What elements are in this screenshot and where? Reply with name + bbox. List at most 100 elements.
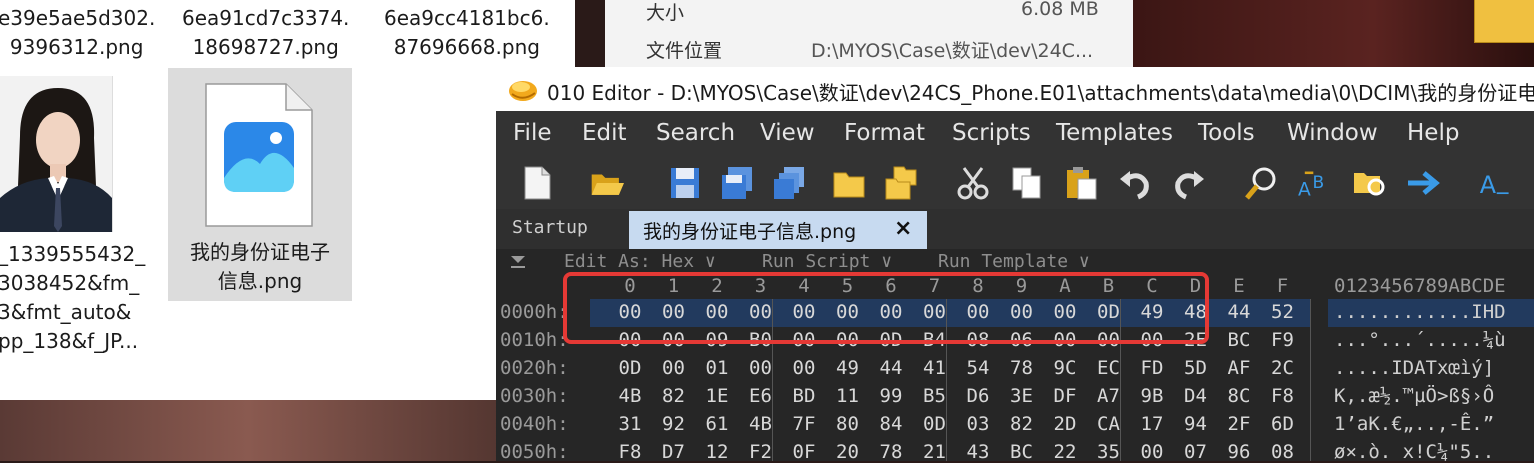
hex-byte[interactable]: 9B (1132, 385, 1172, 407)
redo-icon[interactable] (1172, 165, 1206, 201)
hex-byte[interactable]: D4 (1176, 385, 1216, 407)
menu-window[interactable]: Window (1287, 120, 1378, 146)
hex-byte[interactable]: F2 (741, 441, 781, 463)
menu-help[interactable]: Help (1407, 120, 1459, 146)
hex-byte[interactable]: 80 (828, 413, 868, 435)
hex-byte[interactable]: 78 (1002, 357, 1042, 379)
ascii-text[interactable]: K,.æ½.™µÖ>ß§›Ô (1334, 385, 1494, 407)
hex-byte[interactable]: D6 (958, 385, 998, 407)
hex-byte[interactable]: F9 (1263, 329, 1303, 351)
tab-active-file[interactable]: 我的身份证电子信息.png × (629, 211, 927, 249)
copy-icon[interactable] (1010, 165, 1044, 201)
ascii-text[interactable]: .....IDATxœìý] (1334, 357, 1494, 379)
menu-view[interactable]: View (760, 120, 815, 146)
tab-startup[interactable]: Startup (512, 217, 588, 238)
hex-byte[interactable]: 41 (915, 357, 955, 379)
hex-byte[interactable]: 54 (958, 357, 998, 379)
hex-byte[interactable]: 3E (1002, 385, 1042, 407)
hex-byte[interactable]: 11 (828, 385, 868, 407)
hex-byte[interactable]: 00 (741, 357, 781, 379)
hex-byte[interactable]: 6D (1263, 413, 1303, 435)
hex-byte[interactable]: 07 (1176, 441, 1216, 463)
menu-file[interactable]: File (513, 120, 552, 146)
selected-file-tile[interactable]: 我的身份证电子 信息.png (168, 68, 352, 301)
hex-byte[interactable]: 00 (1132, 441, 1172, 463)
save-icon[interactable] (668, 165, 702, 201)
hex-byte[interactable]: A7 (1089, 385, 1129, 407)
run-script-dropdown[interactable]: Run Script ∨ (762, 251, 892, 272)
hex-byte[interactable]: 2D (1045, 413, 1085, 435)
hex-byte[interactable]: E6 (741, 385, 781, 407)
hex-byte[interactable]: BC (1219, 329, 1259, 351)
hex-byte[interactable]: 82 (1002, 413, 1042, 435)
hex-byte[interactable]: 2C (1263, 357, 1303, 379)
hex-byte[interactable]: D7 (654, 441, 694, 463)
close-file-icon[interactable] (832, 165, 866, 201)
menu-templates[interactable]: Templates (1056, 120, 1173, 146)
file-item-2[interactable]: 6ea91cd7c3374. 18698727.png (182, 4, 349, 62)
hex-byte[interactable]: 20 (828, 441, 868, 463)
hex-byte[interactable]: 03 (958, 413, 998, 435)
hex-byte[interactable]: CA (1089, 413, 1129, 435)
hex-byte[interactable]: 99 (871, 385, 911, 407)
id-photo-thumbnail[interactable] (0, 76, 113, 232)
hex-byte[interactable]: 0F (784, 441, 824, 463)
hex-byte[interactable]: 4B (610, 385, 650, 407)
hex-byte[interactable]: 08 (1263, 441, 1303, 463)
hex-byte[interactable]: 17 (1132, 413, 1172, 435)
hex-byte[interactable]: AF (1219, 357, 1259, 379)
hex-byte[interactable]: EC (1089, 357, 1129, 379)
hex-byte[interactable]: 4B (741, 413, 781, 435)
hex-byte[interactable]: BD (784, 385, 824, 407)
find-in-files-icon[interactable] (1352, 165, 1386, 201)
hex-byte[interactable]: 00 (784, 357, 824, 379)
cut-icon[interactable] (956, 165, 990, 201)
hex-byte[interactable]: 5D (1176, 357, 1216, 379)
hex-byte[interactable]: 44 (1219, 301, 1259, 323)
file-item-1[interactable]: e39e5ae5d302. 9396312.png (0, 4, 155, 62)
hex-byte[interactable]: 1E (697, 385, 737, 407)
title-bar[interactable]: 010 Editor - D:\MYOS\Case\数证\dev\24CS_Ph… (496, 67, 1534, 111)
hex-byte[interactable]: 7F (784, 413, 824, 435)
hex-byte[interactable]: 84 (871, 413, 911, 435)
hex-byte[interactable]: 9C (1045, 357, 1085, 379)
hex-byte[interactable]: FD (1132, 357, 1172, 379)
open-folder-icon[interactable] (590, 165, 624, 201)
save-all-icon[interactable] (772, 165, 806, 201)
paste-icon[interactable] (1064, 165, 1098, 201)
hex-byte[interactable]: 8C (1219, 385, 1259, 407)
hex-byte[interactable]: F8 (610, 441, 650, 463)
hex-byte[interactable]: 21 (915, 441, 955, 463)
ascii-text[interactable]: ø×.ò. x!C¼"5.. (1334, 441, 1494, 463)
hex-byte[interactable]: 0D (915, 413, 955, 435)
folder-icon[interactable] (1474, 0, 1534, 43)
edit-as-dropdown[interactable]: Edit As: Hex ∨ (564, 251, 716, 272)
hex-byte[interactable]: 12 (697, 441, 737, 463)
hex-byte[interactable]: 0D (610, 357, 650, 379)
hex-byte[interactable]: 52 (1263, 301, 1303, 323)
menu-scripts[interactable]: Scripts (952, 120, 1031, 146)
hex-byte[interactable]: 61 (697, 413, 737, 435)
hex-byte[interactable]: 31 (610, 413, 650, 435)
menu-tools[interactable]: Tools (1198, 120, 1255, 146)
hex-byte[interactable]: 43 (958, 441, 998, 463)
hex-byte[interactable]: 2F (1219, 413, 1259, 435)
ascii-text[interactable]: ............IHD (1334, 301, 1506, 323)
hex-byte[interactable]: 44 (871, 357, 911, 379)
find-icon[interactable] (1244, 165, 1278, 201)
photo-file-label[interactable]: _1339555432_ 3038452&fm_ 3&fmt_auto& pp_… (0, 240, 145, 356)
hex-byte[interactable]: 82 (654, 385, 694, 407)
hex-byte[interactable]: DF (1045, 385, 1085, 407)
menu-search[interactable]: Search (656, 120, 735, 146)
undo-icon[interactable] (1118, 165, 1152, 201)
new-file-icon[interactable] (520, 165, 554, 201)
file-item-3[interactable]: 6ea9cc4181bc6. 87696668.png (384, 4, 550, 62)
ascii-text[interactable]: 1’aK.€„..‚-Ê.” (1334, 413, 1494, 435)
collapse-arrow-icon[interactable] (510, 253, 526, 271)
goto-icon[interactable] (1406, 165, 1440, 201)
menu-edit[interactable]: Edit (582, 120, 627, 146)
menu-format[interactable]: Format (844, 120, 925, 146)
hex-byte[interactable]: 78 (871, 441, 911, 463)
save-as-icon[interactable] (720, 165, 754, 201)
ascii-text[interactable]: ...°...´.....¼ù (1334, 329, 1506, 351)
